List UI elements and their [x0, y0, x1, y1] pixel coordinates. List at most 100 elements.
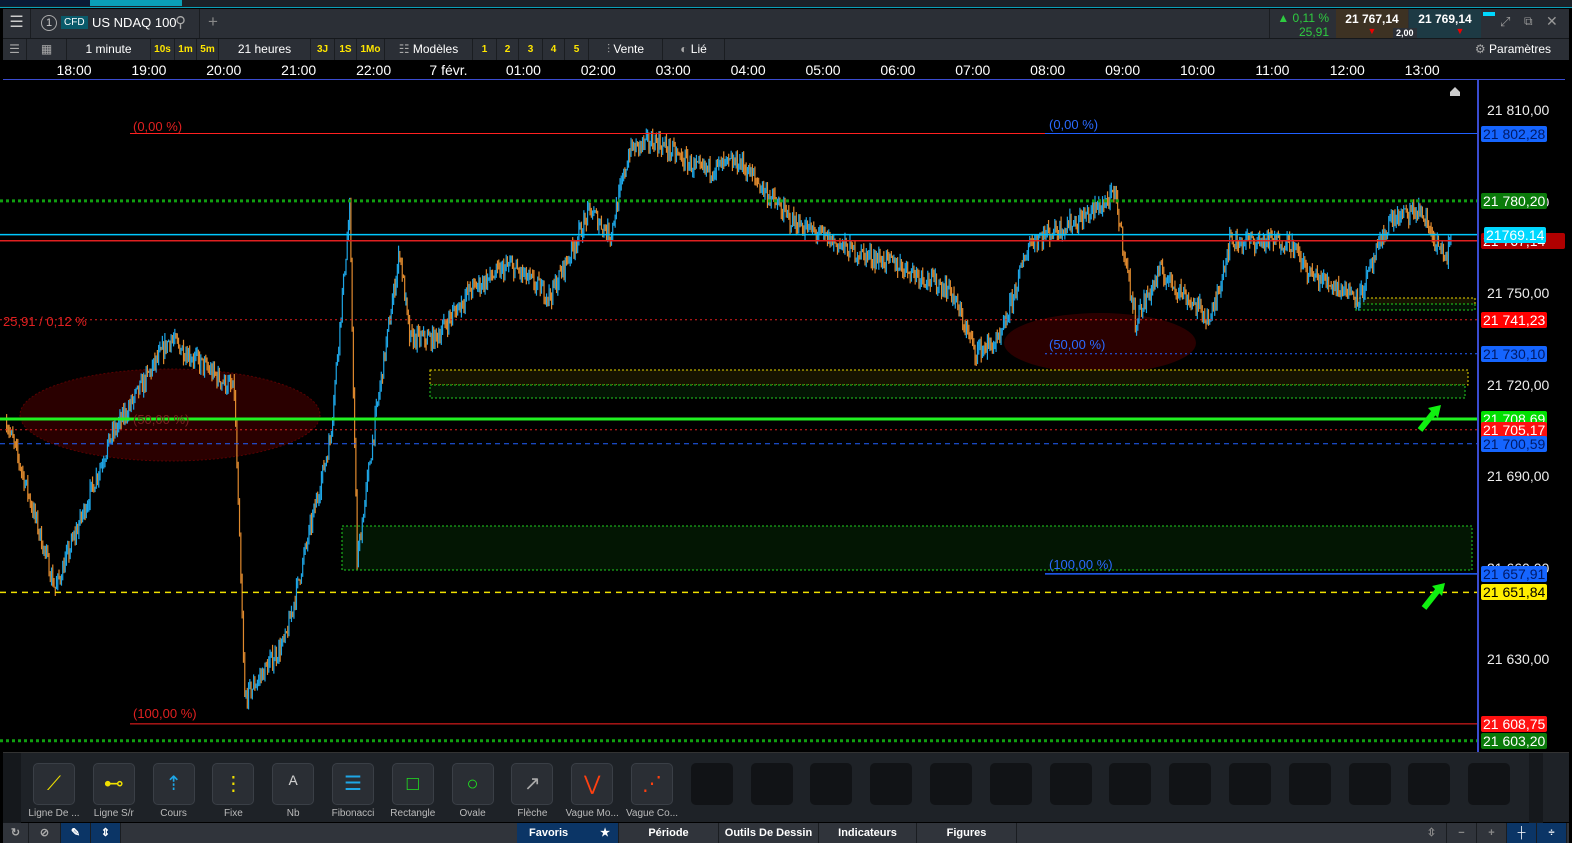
tool-fixed-button[interactable]: ⋮: [212, 763, 255, 805]
tool-price-button[interactable]: ⇡: [152, 763, 195, 805]
tool-wave-motive-button[interactable]: ⋁: [571, 763, 614, 805]
preset-4[interactable]: 4: [543, 39, 565, 60]
zoom-in-button[interactable]: +: [1477, 823, 1507, 843]
range-select[interactable]: 21 heures: [219, 39, 311, 60]
scale-icon[interactable]: ÷: [1537, 823, 1567, 843]
buy-button[interactable]: 21 769,14 ▼: [1409, 9, 1481, 38]
rectangle-drawing[interactable]: [429, 369, 1469, 386]
preset-3[interactable]: 3: [519, 39, 543, 60]
preset-2[interactable]: 2: [497, 39, 519, 60]
price-axis-tick: 21 810,00: [1487, 102, 1550, 118]
range-3j[interactable]: 3J: [311, 39, 335, 60]
expand-icon[interactable]: ⤢: [1500, 14, 1510, 30]
fibonacci-label: (50,00 %): [1049, 337, 1106, 352]
tool-rectangle-button[interactable]: □: [391, 763, 434, 805]
tool-sr-line-button[interactable]: ⊷: [92, 763, 135, 805]
empty-tool-slot: [870, 763, 913, 805]
tab-favorites[interactable]: Favoris ★: [517, 823, 619, 843]
price-axis-tick: 21 630,00: [1487, 651, 1550, 667]
home-icon[interactable]: [1450, 87, 1460, 96]
interval-select[interactable]: 1 minute: [67, 39, 151, 60]
tools-scrollbar[interactable]: [1529, 753, 1543, 823]
price-level-label[interactable]: 21 603,20: [1481, 732, 1548, 749]
bottom-tabs: ↻ ⊘ ✎ ⇕ Favoris ★ Période Outils De Dessi…: [3, 823, 1569, 843]
time-axis[interactable]: 18:00 19:00 20:00 21:00 22:00 7 févr. 01:00 02:…: [3, 60, 1565, 80]
add-tab-button[interactable]: +: [208, 12, 218, 32]
tool-trend-line-button[interactable]: ⟋: [33, 763, 75, 805]
interval-1m[interactable]: 1m: [175, 39, 197, 60]
time-tick-label: 05:00: [805, 62, 841, 78]
arrow-drawing[interactable]: [1417, 409, 1438, 432]
empty-tool-slot: [1229, 763, 1271, 805]
instrument-header: ☰ 1 CFD US NDAQ 100 ⚲ + ▲ 0,11 % 25,91 2…: [3, 9, 1569, 39]
window-tab[interactable]: [118, 0, 182, 6]
price-level-label[interactable]: 21 780,20: [1481, 192, 1548, 209]
change-box: ▲ 0,11 % 25,91: [1269, 9, 1333, 39]
window-tab[interactable]: [90, 0, 118, 6]
range-1s[interactable]: 1S: [335, 39, 357, 60]
time-tick-label: 22:00: [356, 62, 392, 78]
price-chart[interactable]: [0, 80, 1572, 752]
tool-fibonacci-button[interactable]: ☰: [332, 763, 374, 805]
preset-1[interactable]: 1: [473, 39, 497, 60]
updown-icon[interactable]: ⇕: [91, 823, 121, 843]
menu-icon[interactable]: ☰: [3, 9, 31, 38]
crosshair-icon[interactable]: ┼: [1507, 823, 1537, 843]
tab-figures[interactable]: Figures: [917, 823, 1017, 843]
price-level-label[interactable]: 21 802,28: [1481, 125, 1548, 142]
candles-icon: ⫶: [606, 42, 610, 56]
popout-icon[interactable]: ⧉: [1524, 14, 1533, 29]
instrument-name[interactable]: US NDAQ 100: [92, 15, 177, 30]
rectangle-drawing[interactable]: [1354, 297, 1476, 305]
tab-period[interactable]: Période: [619, 823, 719, 843]
time-tick-label: 18:00: [56, 62, 92, 78]
time-tick-label: 13:00: [1404, 62, 1440, 78]
tab-indicators[interactable]: Indicateurs: [819, 823, 917, 843]
window-tab[interactable]: [0, 0, 90, 6]
layout-icon[interactable]: ▦: [27, 39, 67, 60]
price-level-label[interactable]: 21 657,91: [1481, 565, 1548, 582]
range-1mo[interactable]: 1Mo: [357, 39, 385, 60]
cancel-icon[interactable]: ⊘: [29, 823, 61, 843]
depth-icon[interactable]: [1483, 12, 1495, 16]
search-icon[interactable]: ⚲: [175, 13, 186, 31]
chart-toolbar: ☰ ▦ 1 minute 10s 1m 5m 21 heures 3J 1S 1…: [3, 39, 1569, 60]
tool-arrow-button[interactable]: ↗: [511, 763, 554, 805]
tool-oval-button[interactable]: ○: [451, 763, 494, 805]
refresh-icon[interactable]: ↻: [3, 823, 29, 843]
fibonacci-label: (0,00 %): [1049, 117, 1099, 132]
interval-10s[interactable]: 10s: [151, 39, 175, 60]
zoom-out-button[interactable]: −: [1447, 823, 1477, 843]
interval-5m[interactable]: 5m: [197, 39, 219, 60]
empty-tool-slot: [1049, 763, 1092, 805]
settings-button[interactable]: ⚙ Paramètres: [1463, 39, 1563, 60]
price-level-label[interactable]: 21 700,59: [1481, 435, 1548, 452]
price-level-label[interactable]: 21 608,75: [1481, 715, 1548, 732]
tool-wave-corrective-button[interactable]: ⋰: [631, 763, 673, 805]
rectangle-drawing[interactable]: [1354, 303, 1476, 311]
list-icon[interactable]: ☰: [3, 39, 27, 60]
close-icon[interactable]: ✕: [1546, 13, 1558, 30]
time-tick-label: 20:00: [206, 62, 242, 78]
rectangle-drawing[interactable]: [429, 384, 1466, 399]
tool-text-button[interactable]: ᴬ: [272, 763, 315, 805]
link-button[interactable]: ◐ Lié: [663, 39, 725, 60]
price-level-label[interactable]: 21 741,23: [1481, 311, 1548, 328]
preset-5[interactable]: 5: [565, 39, 589, 60]
rectangle-drawing[interactable]: [341, 525, 1473, 571]
tool-label: Vague Co...: [625, 808, 679, 819]
time-tick-label: 07:00: [955, 62, 991, 78]
gear-icon: ⚙: [1474, 42, 1486, 56]
pencil-icon[interactable]: ✎: [61, 823, 91, 843]
drawing-tools-bar: ⟋ Ligne De ... ⊷ Ligne S/r ⇡ Cours ⋮ Fixe ᴬ Nb ☰ Fi…: [3, 752, 1569, 823]
tab-drawing-tools[interactable]: Outils De Dessin: [719, 823, 819, 843]
price-level-label[interactable]: 21 651,84: [1481, 584, 1548, 601]
price-level-label[interactable]: 21 730,10: [1481, 345, 1548, 362]
time-tick-label: 03:00: [655, 62, 691, 78]
price-axis-tick: 21 750,00: [1487, 285, 1550, 301]
side-select[interactable]: ⫶ Vente: [589, 39, 663, 60]
fit-icon[interactable]: ⇳: [1417, 823, 1447, 843]
templates-button[interactable]: ☷ Modèles: [385, 39, 473, 60]
price-level-label[interactable]: 21769.14: [1484, 226, 1547, 243]
spread-value: 2,00: [1393, 28, 1417, 38]
